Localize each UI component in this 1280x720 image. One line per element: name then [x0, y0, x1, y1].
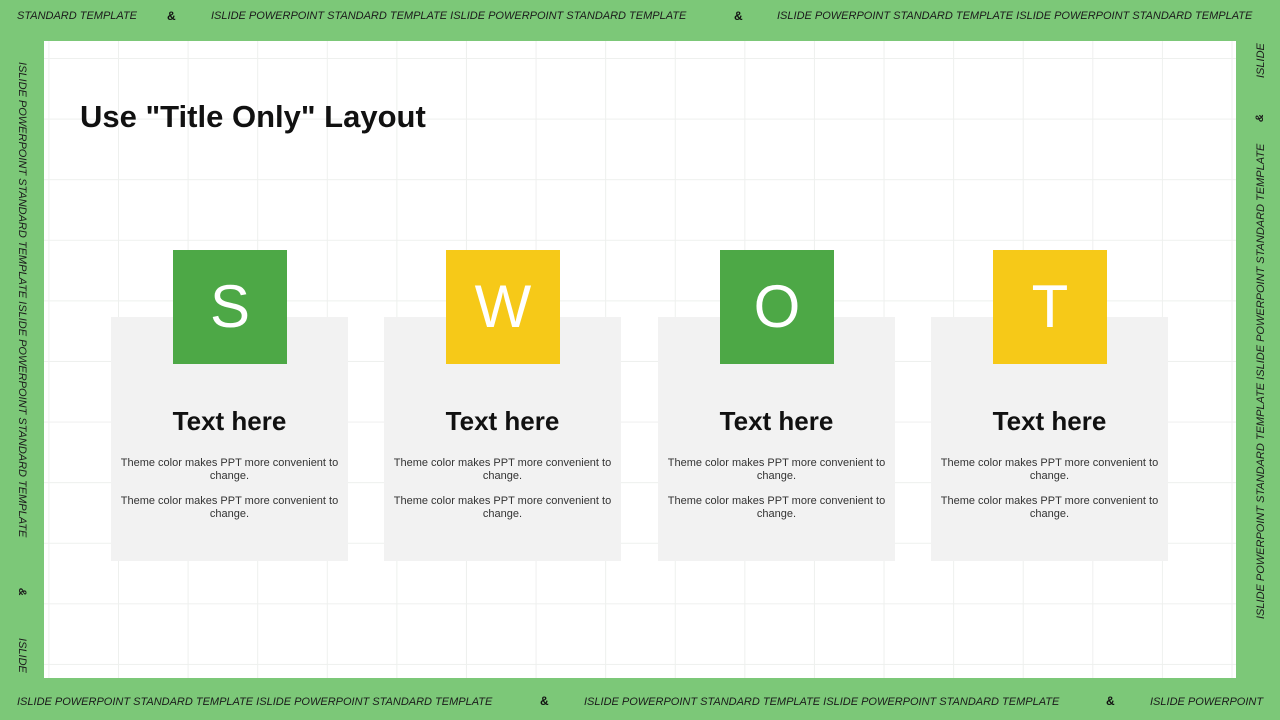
card-body-text[interactable]: Theme color makes PPT more convenient to… — [658, 495, 895, 521]
frame-left-text-short: ISLIDE — [16, 638, 28, 673]
slide-title[interactable]: Use "Title Only" Layout — [80, 99, 426, 135]
frame-right-text: ISLIDE POWERPOINT STANDARD TEMPLATE ISLI… — [1255, 143, 1267, 619]
frame-top-text-middle: ISLIDE POWERPOINT STANDARD TEMPLATE ISLI… — [211, 10, 687, 22]
frame-right-text-short: ISLIDE — [1255, 43, 1267, 78]
swot-letter-s[interactable]: S — [173, 250, 287, 364]
frame-left-ampersand: & — [16, 588, 28, 596]
frame-bottom-text-right: ISLIDE POWERPOINT — [1150, 696, 1264, 708]
frame-top-ampersand: & — [167, 9, 176, 23]
frame-bottom-text-middle: ISLIDE POWERPOINT STANDARD TEMPLATE ISLI… — [584, 696, 1060, 708]
swot-letter-w[interactable]: W — [446, 250, 560, 364]
swot-letter-o[interactable]: O — [720, 250, 834, 364]
card-heading[interactable]: Text here — [111, 406, 348, 437]
frame-top-ampersand: & — [734, 9, 743, 23]
frame-left-text: ISLIDE POWERPOINT STANDARD TEMPLATE ISLI… — [16, 62, 28, 538]
frame-bottom-text-left: ISLIDE POWERPOINT STANDARD TEMPLATE ISLI… — [17, 696, 493, 708]
frame-right-ampersand: & — [1254, 114, 1266, 122]
card-heading[interactable]: Text here — [931, 406, 1168, 437]
card-body-text[interactable]: Theme color makes PPT more convenient to… — [111, 457, 348, 483]
frame-top-text-left: STANDARD TEMPLATE — [17, 10, 137, 22]
card-body-text[interactable]: Theme color makes PPT more convenient to… — [111, 495, 348, 521]
frame-bottom-ampersand: & — [540, 694, 549, 708]
frame-bottom-ampersand: & — [1106, 694, 1115, 708]
card-heading[interactable]: Text here — [384, 406, 621, 437]
card-body-text[interactable]: Theme color makes PPT more convenient to… — [384, 495, 621, 521]
card-body-text[interactable]: Theme color makes PPT more convenient to… — [931, 495, 1168, 521]
swot-letter-t[interactable]: T — [993, 250, 1107, 364]
frame-top-text-right: ISLIDE POWERPOINT STANDARD TEMPLATE ISLI… — [777, 10, 1253, 22]
card-body-text[interactable]: Theme color makes PPT more convenient to… — [931, 457, 1168, 483]
card-body-text[interactable]: Theme color makes PPT more convenient to… — [384, 457, 621, 483]
slide-canvas: Use "Title Only" Layout Text here Theme … — [44, 41, 1236, 678]
card-heading[interactable]: Text here — [658, 406, 895, 437]
card-body-text[interactable]: Theme color makes PPT more convenient to… — [658, 457, 895, 483]
